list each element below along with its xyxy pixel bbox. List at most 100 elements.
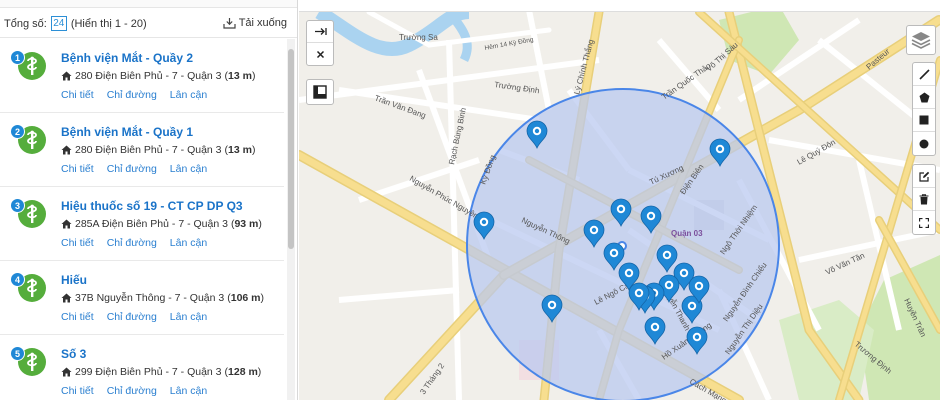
directions-link[interactable]: Chỉ đường bbox=[107, 163, 157, 175]
edit-toolbar bbox=[912, 164, 936, 235]
total-label: Tổng số: bbox=[4, 17, 47, 30]
address-text: 37B Nguyễn Thông - 7 - Quận 3 bbox=[75, 292, 225, 304]
draw-polygon-icon bbox=[919, 92, 929, 102]
results-panel: Tổng số: 24 (Hiển thị 1 - 20) Tải xuống … bbox=[0, 0, 298, 400]
result-address: 285A Điện Biên Phủ - 7 - Quận 3 (93 m) bbox=[61, 218, 262, 230]
range-label: (Hiển thị 1 - 20) bbox=[70, 17, 147, 30]
pharmacy-badge: 3 bbox=[10, 198, 50, 234]
pharmacy-badge: 4 bbox=[10, 272, 50, 308]
address-text: 299 Điện Biên Phủ - 7 - Quận 3 bbox=[75, 366, 222, 378]
map-layer-button[interactable] bbox=[306, 79, 334, 105]
result-title[interactable]: Hiếu bbox=[61, 273, 87, 287]
edit-layers-button[interactable] bbox=[913, 165, 935, 188]
nearby-link[interactable]: Lân cận bbox=[170, 237, 207, 249]
result-number: 5 bbox=[10, 346, 25, 361]
pharmacy-badge: 5 bbox=[10, 346, 50, 382]
result-address: 37B Nguyễn Thông - 7 - Quận 3 (106 m) bbox=[61, 292, 264, 304]
result-actions: Chi tiết Chỉ đường Lân cận bbox=[61, 385, 207, 397]
draw-line-button[interactable] bbox=[913, 63, 935, 86]
map-view[interactable]: Trường Sa Hẻm 14 Kỳ Đồng Lý Chính Thắng … bbox=[299, 0, 940, 400]
list-item[interactable]: 5 Số 3 299 Điện Biên Phủ - 7 - Quận 3 (1… bbox=[0, 335, 284, 400]
result-title[interactable]: Số 3 bbox=[61, 347, 86, 361]
nearby-link[interactable]: Lân cận bbox=[170, 89, 207, 101]
result-title[interactable]: Hiệu thuốc số 19 - CT CP DP Q3 bbox=[61, 199, 243, 213]
map-toolbar-strip bbox=[299, 0, 940, 12]
directions-link[interactable]: Chỉ đường bbox=[107, 385, 157, 397]
distance-text: (106 m) bbox=[227, 292, 265, 304]
draw-polygon-button[interactable] bbox=[913, 86, 935, 109]
total-count-badge: 24 bbox=[50, 16, 67, 31]
result-actions: Chi tiết Chỉ đường Lân cận bbox=[61, 237, 207, 249]
draw-rectangle-button[interactable] bbox=[913, 109, 935, 132]
home-icon bbox=[61, 367, 72, 377]
result-address: 299 Điện Biên Phủ - 7 - Quận 3 (128 m) bbox=[61, 366, 261, 378]
distance-text: (128 m) bbox=[224, 366, 262, 378]
close-panel-button[interactable] bbox=[307, 43, 333, 65]
edit-icon bbox=[918, 171, 929, 182]
address-text: 280 Điện Biên Phủ - 7 - Quận 3 bbox=[75, 70, 222, 82]
distance-text: (13 m) bbox=[224, 144, 256, 156]
result-actions: Chi tiết Chỉ đường Lân cận bbox=[61, 311, 207, 323]
map-canvas: Trường Sa Hẻm 14 Kỳ Đồng Lý Chính Thắng … bbox=[299, 0, 940, 400]
nearby-link[interactable]: Lân cận bbox=[170, 163, 207, 175]
district-label: Quận 03 bbox=[671, 229, 703, 238]
detail-link[interactable]: Chi tiết bbox=[61, 237, 94, 249]
directions-link[interactable]: Chỉ đường bbox=[107, 311, 157, 323]
layers-icon bbox=[911, 32, 931, 49]
home-icon bbox=[61, 145, 72, 155]
layers-button[interactable] bbox=[906, 25, 936, 55]
panel-header-strip bbox=[0, 0, 297, 8]
detail-link[interactable]: Chi tiết bbox=[61, 385, 94, 397]
download-label: Tải xuống bbox=[238, 17, 287, 29]
directions-link[interactable]: Chỉ đường bbox=[107, 89, 157, 101]
list-item[interactable]: 1 Bệnh viện Mắt - Quầy 2 280 Điện Biên P… bbox=[0, 39, 284, 113]
delete-layers-button[interactable] bbox=[913, 188, 935, 211]
pharmacy-badge: 1 bbox=[10, 50, 50, 86]
home-icon bbox=[61, 293, 72, 303]
result-address: 280 Điện Biên Phủ - 7 - Quận 3 (13 m) bbox=[61, 70, 255, 82]
detail-link[interactable]: Chi tiết bbox=[61, 311, 94, 323]
fullscreen-icon bbox=[919, 217, 929, 228]
pharmacy-badge: 2 bbox=[10, 124, 50, 160]
nearby-link[interactable]: Lân cận bbox=[170, 385, 207, 397]
result-title[interactable]: Bệnh viện Mắt - Quầy 1 bbox=[61, 125, 193, 139]
street-label: Trường Sa bbox=[399, 33, 438, 42]
result-number: 4 bbox=[10, 272, 25, 287]
directions-link[interactable]: Chỉ đường bbox=[107, 237, 157, 249]
list-item[interactable]: 3 Hiệu thuốc số 19 - CT CP DP Q3 285A Đi… bbox=[0, 187, 284, 261]
nearby-link[interactable]: Lân cận bbox=[170, 311, 207, 323]
result-number: 1 bbox=[10, 50, 25, 65]
draw-circle-icon bbox=[919, 139, 929, 148]
distance-text: (13 m) bbox=[224, 70, 256, 82]
result-actions: Chi tiết Chỉ đường Lân cận bbox=[61, 89, 207, 101]
address-text: 280 Điện Biên Phủ - 7 - Quận 3 bbox=[75, 144, 222, 156]
delete-icon bbox=[919, 193, 929, 204]
fullscreen-button[interactable] bbox=[913, 211, 935, 234]
result-title[interactable]: Bệnh viện Mắt - Quầy 2 bbox=[61, 51, 193, 65]
detail-link[interactable]: Chi tiết bbox=[61, 163, 94, 175]
distance-text: (93 m) bbox=[230, 218, 262, 230]
result-address: 280 Điện Biên Phủ - 7 - Quận 3 (13 m) bbox=[61, 144, 255, 156]
draw-rectangle-icon bbox=[919, 115, 929, 125]
close-icon bbox=[316, 50, 324, 58]
result-number: 2 bbox=[10, 124, 25, 139]
detail-link[interactable]: Chi tiết bbox=[61, 89, 94, 101]
result-number: 3 bbox=[10, 198, 25, 213]
list-item[interactable]: 4 Hiếu 37B Nguyễn Thông - 7 - Quận 3 (10… bbox=[0, 261, 284, 335]
result-actions: Chi tiết Chỉ đường Lân cận bbox=[61, 163, 207, 175]
results-list: 1 Bệnh viện Mắt - Quầy 2 280 Điện Biên P… bbox=[0, 39, 284, 400]
address-text: 285A Điện Biên Phủ - 7 - Quận 3 bbox=[75, 218, 228, 230]
home-icon bbox=[61, 219, 72, 229]
scrollbar-thumb[interactable] bbox=[288, 49, 294, 249]
map-layer-icon bbox=[313, 85, 327, 99]
draw-line-icon bbox=[918, 68, 930, 80]
home-icon bbox=[61, 71, 72, 81]
collapse-panel-button[interactable] bbox=[307, 21, 333, 43]
map-side-controls bbox=[306, 20, 334, 66]
list-scrollbar[interactable] bbox=[287, 39, 295, 400]
list-item[interactable]: 2 Bệnh viện Mắt - Quầy 1 280 Điện Biên P… bbox=[0, 113, 284, 187]
download-button[interactable]: Tải xuống bbox=[223, 17, 287, 29]
download-icon bbox=[223, 18, 236, 29]
arrow-right-bar-icon bbox=[314, 28, 327, 35]
draw-circle-button[interactable] bbox=[913, 132, 935, 155]
